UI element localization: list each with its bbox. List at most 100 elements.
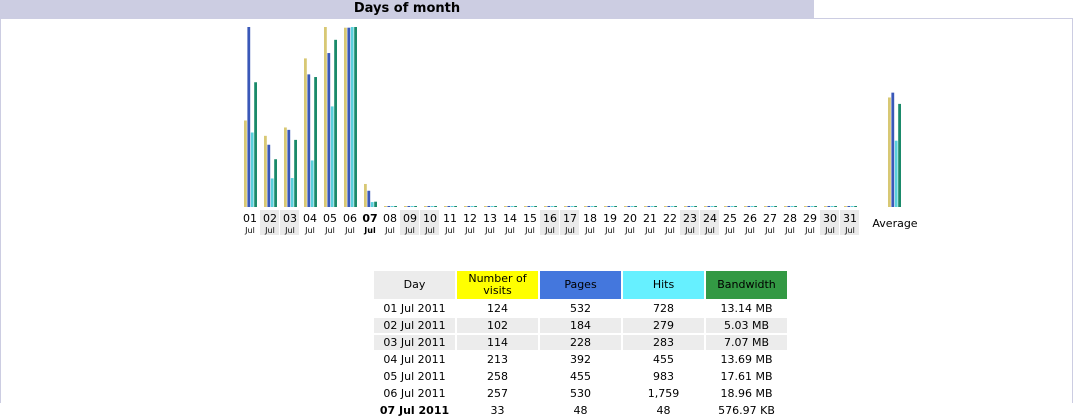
cell-bandwidth: 17.61 MB <box>720 370 773 383</box>
day-group-22: 22Jul <box>663 206 677 235</box>
day-09-pages-bar <box>407 206 411 207</box>
day-group-18: 18Jul <box>583 206 597 235</box>
day-04-bandwidth-bar <box>314 77 317 207</box>
day-tick-label: 10 <box>423 212 437 225</box>
day-11-bandwidth-bar <box>454 206 457 207</box>
day-23-visits-bar <box>684 206 687 207</box>
table-header-row: Day Number of visits Pages Hits Bandwidt… <box>374 271 787 299</box>
day-21-visits-bar <box>644 206 647 207</box>
day-30-bandwidth-bar <box>834 206 837 207</box>
day-26-visits-bar <box>744 206 747 207</box>
header-hits: Hits <box>623 271 704 299</box>
day-tick-label: 04 <box>303 212 317 225</box>
section-header: Days of month <box>0 0 814 18</box>
cell-hits: 283 <box>623 335 704 350</box>
cell-day: 05 Jul 2011 <box>383 370 446 383</box>
day-22-hits-bar <box>670 206 674 207</box>
month-tick-label: Jul <box>784 226 795 235</box>
day-group-21: 21Jul <box>643 206 657 235</box>
day-25-hits-bar <box>730 206 734 207</box>
day-group-11: 11Jul <box>443 206 457 235</box>
month-tick-label: Jul <box>564 226 575 235</box>
day-tick-label: 29 <box>803 212 817 225</box>
day-08-pages-bar <box>387 206 391 207</box>
day-tick-label: 09 <box>403 212 417 225</box>
day-tick-label: 18 <box>583 212 597 225</box>
day-group-19: 19Jul <box>603 206 617 235</box>
day-30-visits-bar <box>824 206 827 207</box>
day-03-pages-bar <box>287 129 291 207</box>
day-31-hits-bar <box>850 206 854 207</box>
day-17-hits-bar <box>570 206 574 207</box>
month-tick-label: Jul <box>324 226 335 235</box>
month-tick-label: Jul <box>444 226 455 235</box>
day-21-hits-bar <box>650 206 654 207</box>
day-28-hits-bar <box>790 206 794 207</box>
day-25-bandwidth-bar <box>734 206 737 207</box>
average-group: Average <box>872 92 918 230</box>
day-02-pages-bar <box>267 144 271 207</box>
cell-visits: 33 <box>490 404 505 417</box>
day-23-pages-bar <box>687 206 691 207</box>
day-17-visits-bar <box>564 206 567 207</box>
header-bandwidth: Bandwidth <box>706 271 787 299</box>
day-group-06: 06Jul <box>343 27 357 235</box>
day-01-hits-bar <box>250 132 254 207</box>
day-14-bandwidth-bar <box>514 206 517 207</box>
day-group-07: 07Jul <box>362 183 378 235</box>
day-07-bandwidth-bar <box>374 201 377 207</box>
section-title: Days of month <box>353 1 461 16</box>
day-09-bandwidth-bar <box>414 206 417 207</box>
day-group-20: 20Jul <box>623 206 637 235</box>
day-27-visits-bar <box>764 206 767 207</box>
day-26-pages-bar <box>747 206 751 207</box>
day-18-bandwidth-bar <box>594 206 597 207</box>
day-12-hits-bar <box>470 206 474 207</box>
day-07-visits-bar <box>364 183 367 207</box>
month-tick-label: Jul <box>644 226 655 235</box>
day-10-hits-bar <box>430 206 434 207</box>
day-group-30: 30Jul <box>820 206 839 235</box>
day-group-28: 28Jul <box>783 206 797 235</box>
day-13-bandwidth-bar <box>494 206 497 207</box>
day-10-bandwidth-bar <box>434 206 437 207</box>
day-19-bandwidth-bar <box>614 206 617 207</box>
table-row: 02 Jul 2011 102 184 279 5.03 MB <box>374 318 787 333</box>
day-24-bandwidth-bar <box>714 206 717 207</box>
day-23-hits-bar <box>690 206 694 207</box>
cell-visits: 102 <box>457 318 538 333</box>
cell-bandwidth: 13.69 MB <box>720 353 773 366</box>
day-group-16: 16Jul <box>540 206 559 235</box>
day-29-visits-bar <box>804 206 807 207</box>
day-15-hits-bar <box>530 206 534 207</box>
day-group-23: 23Jul <box>680 206 699 235</box>
day-22-bandwidth-bar <box>674 206 677 207</box>
day-06-hits-bar <box>350 27 354 207</box>
day-11-pages-bar <box>447 206 451 207</box>
month-tick-label: Jul <box>344 226 355 235</box>
day-tick-label: 17 <box>563 212 577 225</box>
table-row: 05 Jul 2011 258 455 983 17.61 MB <box>374 369 787 384</box>
cell-hits: 983 <box>653 370 674 383</box>
day-29-pages-bar <box>807 206 811 207</box>
day-tick-label: 23 <box>683 212 697 225</box>
day-tick-label: 05 <box>323 212 337 225</box>
day-tick-label: 16 <box>543 212 557 225</box>
day-30-pages-bar <box>827 206 831 207</box>
day-08-visits-bar <box>384 206 387 207</box>
day-21-pages-bar <box>647 206 651 207</box>
day-14-pages-bar <box>507 206 511 207</box>
day-13-visits-bar <box>484 206 487 207</box>
month-tick-label: Jul <box>804 226 815 235</box>
day-09-visits-bar <box>404 206 407 207</box>
cell-pages: 48 <box>573 404 588 417</box>
day-06-bandwidth-bar <box>354 27 357 207</box>
day-group-01: 01Jul <box>243 27 257 235</box>
day-group-12: 12Jul <box>463 206 477 235</box>
day-15-visits-bar <box>524 206 527 207</box>
day-08-hits-bar <box>390 206 394 207</box>
day-12-pages-bar <box>467 206 471 207</box>
day-group-29: 29Jul <box>803 206 817 235</box>
cell-visits: 213 <box>487 353 508 366</box>
day-tick-label: 06 <box>343 212 357 225</box>
